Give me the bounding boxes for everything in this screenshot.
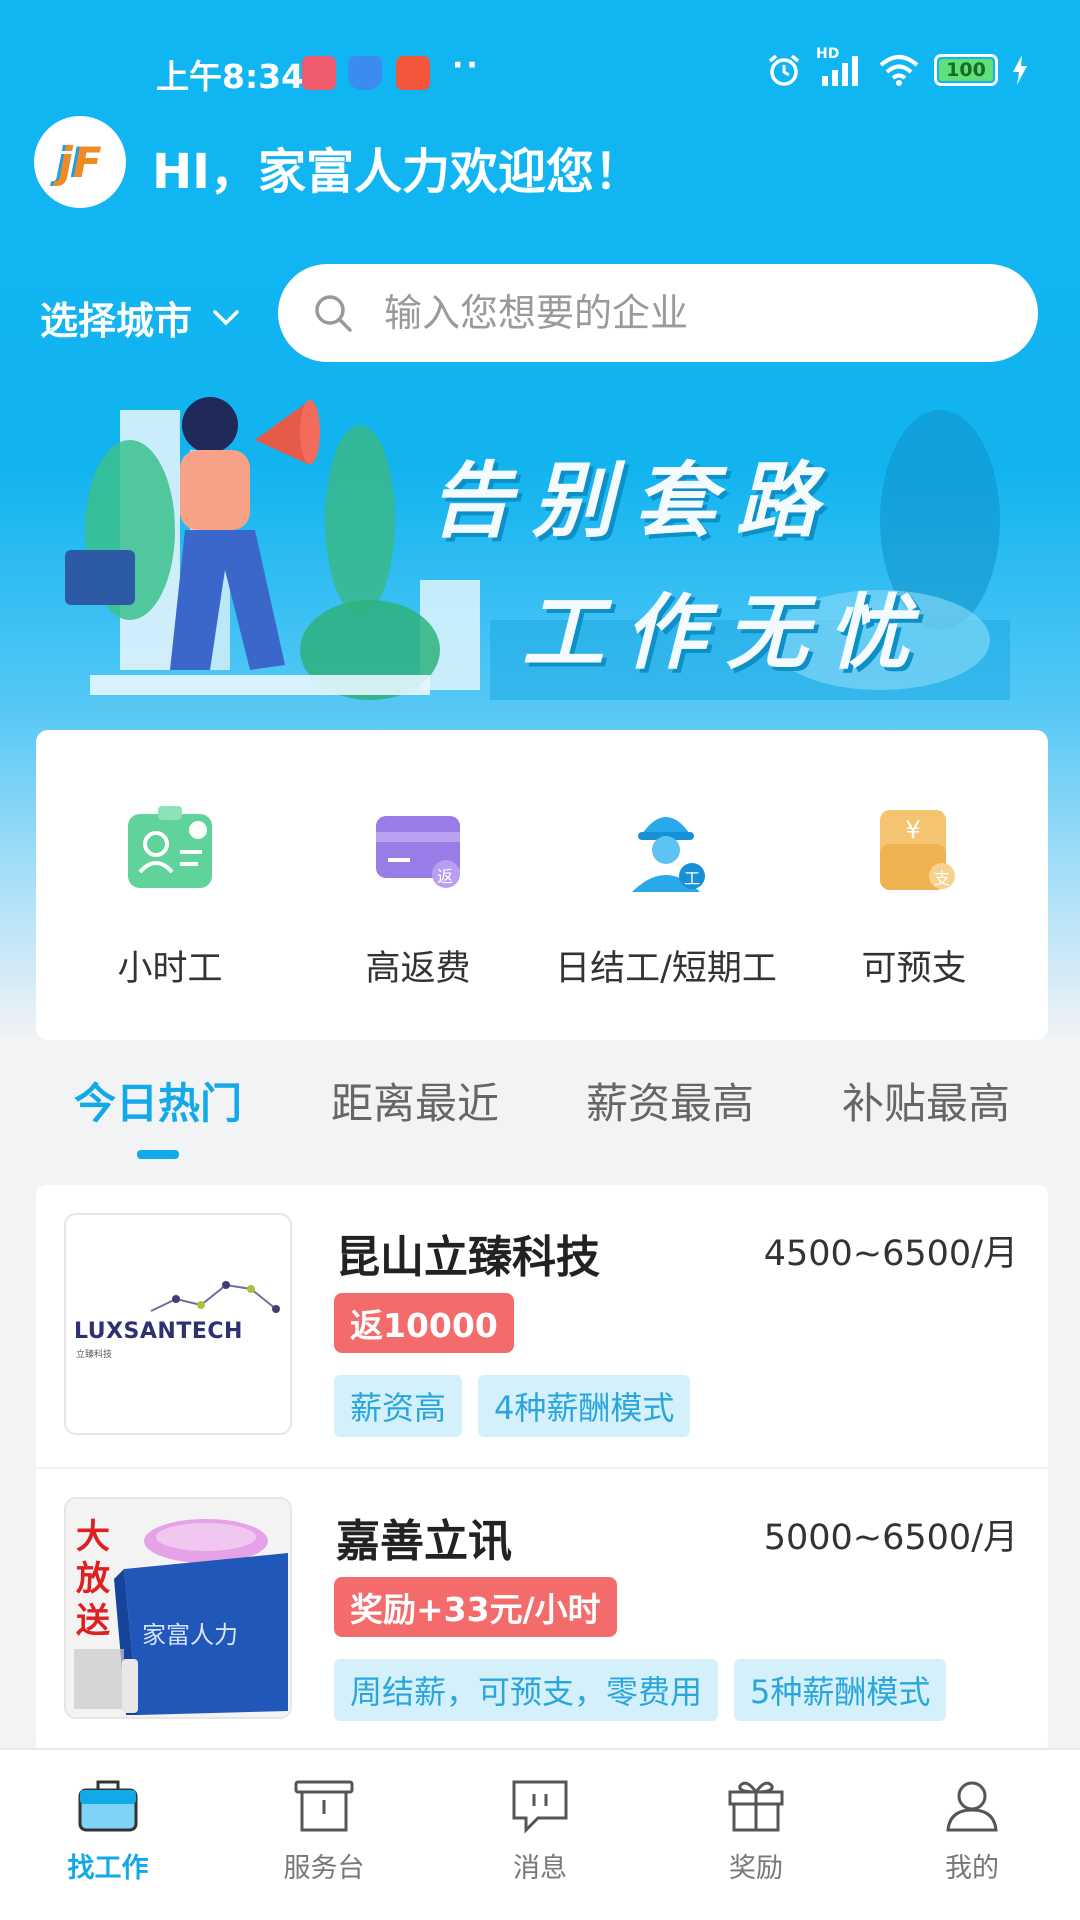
nav-service-desk[interactable]: 服务台 <box>216 1750 432 1920</box>
chevron-down-icon <box>213 309 239 325</box>
server-app-icon <box>302 56 336 90</box>
uc-browser-icon <box>396 56 430 90</box>
banner-line-2: 工作无忧 <box>522 586 930 681</box>
tab-highest-salary[interactable]: 薪资最高 <box>586 1070 754 1131</box>
job-reward-badge: 返10000 <box>334 1293 514 1353</box>
nav-rewards[interactable]: 奖励 <box>648 1750 864 1920</box>
alarm-icon <box>768 54 800 86</box>
search-input[interactable] <box>384 291 944 335</box>
job-salary: 5000~6500/月 <box>763 1518 1018 1558</box>
nav-label: 奖励 <box>729 1853 783 1884</box>
worker-helmet-icon: 工 <box>618 800 714 896</box>
status-right: HD 100 <box>766 46 1028 88</box>
category-label: 小时工 <box>117 949 223 989</box>
promo-text-3: 送 <box>76 1601 110 1641</box>
tab-today-hot[interactable]: 今日热门 <box>74 1070 242 1131</box>
nav-profile[interactable]: 我的 <box>864 1750 1080 1920</box>
company-brand-sub: 立臻科技 <box>76 1350 113 1360</box>
nav-label: 消息 <box>513 1853 567 1884</box>
nav-find-job[interactable]: 找工作 <box>0 1750 216 1920</box>
job-filter-tabs: 今日热门 距离最近 薪资最高 补贴最高 <box>0 1070 1080 1180</box>
company-brand-text: LUXSANTECH <box>74 1319 243 1344</box>
advance-pay-icon: ¥ 支 <box>866 800 962 896</box>
nav-label: 我的 <box>945 1853 999 1884</box>
status-time: 上午8:34 <box>156 57 305 96</box>
hourly-worker-badge-icon <box>122 800 218 896</box>
service-desk-icon <box>294 1780 354 1832</box>
job-card[interactable]: LUXSANTECH 立臻科技 昆山立臻科技 4500~6500/月 返1000… <box>36 1185 1048 1469</box>
profile-icon <box>946 1781 998 1832</box>
job-tags: 周结薪，可预支，零费用 5种薪酬模式 <box>334 1659 947 1721</box>
nav-label: 找工作 <box>67 1853 149 1884</box>
category-badge: 工 <box>684 869 701 888</box>
briefcase-icon <box>78 1780 138 1832</box>
wifi-icon <box>879 55 919 86</box>
more-notifications-icon: ·· <box>452 48 481 83</box>
company-promo-image: 大 放 送 家富人力 <box>64 1497 292 1719</box>
category-label: 高返费 <box>365 949 471 989</box>
job-tag: 薪资高 <box>334 1375 463 1437</box>
message-icon <box>512 1780 568 1834</box>
job-salary: 4500~6500/月 <box>763 1234 1018 1274</box>
job-card[interactable]: 大 放 送 家富人力 嘉善立讯 5000~6500/月 奖励+33元/小时 周结… <box>36 1469 1048 1753</box>
gift-icon <box>728 1781 784 1832</box>
tab-nearest[interactable]: 距离最近 <box>331 1070 499 1131</box>
job-tag: 4种薪酬模式 <box>478 1375 691 1437</box>
category-badge: 支 <box>934 869 951 888</box>
category-badge: 返 <box>437 867 454 886</box>
category-hourly[interactable]: 小时工 <box>50 730 290 1040</box>
category-daily-short-term[interactable]: 工 日结工/短期工 <box>546 730 786 1040</box>
city-selector-label: 选择城市 <box>40 299 193 343</box>
category-card: 小时工 返 高返费 工 日结工/短期工 ¥ 支 可预支 <box>36 730 1048 1040</box>
nav-label: 服务台 <box>283 1853 365 1884</box>
charging-icon <box>1013 55 1027 85</box>
job-list: LUXSANTECH 立臻科技 昆山立臻科技 4500~6500/月 返1000… <box>36 1185 1048 1753</box>
banner-line-1: 告别套路 <box>430 454 838 549</box>
greeting-title: HI，家富人力欢迎您！ <box>152 144 643 200</box>
job-reward-badge: 奖励+33元/小时 <box>334 1577 617 1637</box>
nav-messages[interactable]: 消息 <box>432 1750 648 1920</box>
active-tab-indicator <box>137 1150 179 1159</box>
rebate-card-icon: 返 <box>370 800 466 896</box>
status-bar: 上午8:34 ·· HD 100 <box>0 0 1080 140</box>
search-bar[interactable] <box>278 264 1038 362</box>
category-advance-pay[interactable]: ¥ 支 可预支 <box>794 730 1034 1040</box>
bag-brand-text: 家富人力 <box>142 1621 238 1649</box>
job-tag: 周结薪，可预支，零费用 <box>334 1659 719 1721</box>
battery-level: 100 <box>946 59 986 81</box>
promo-banner[interactable]: 告别套路 工作无忧 <box>60 380 1040 730</box>
company-logo: LUXSANTECH 立臻科技 <box>64 1213 292 1435</box>
category-rebate[interactable]: 返 高返费 <box>298 730 538 1040</box>
job-company-name: 嘉善立讯 <box>336 1516 512 1567</box>
battery-icon: 100 <box>934 54 998 86</box>
category-label: 可预支 <box>861 949 967 989</box>
job-tags: 薪资高 4种薪酬模式 <box>334 1375 691 1437</box>
shield-app-icon <box>348 56 382 90</box>
job-tag: 5种薪酬模式 <box>734 1659 947 1721</box>
city-selector[interactable]: 选择城市 <box>40 290 240 345</box>
signal-icon: HD <box>816 46 864 88</box>
search-icon <box>315 295 352 332</box>
logo-mark: jF <box>58 137 102 187</box>
svg-text:¥: ¥ <box>905 816 920 844</box>
category-label: 日结工/短期工 <box>555 949 777 989</box>
job-company-name: 昆山立臻科技 <box>336 1232 600 1283</box>
tab-highest-subsidy[interactable]: 补贴最高 <box>842 1070 1010 1131</box>
bottom-nav: 找工作 服务台 消息 奖励 我的 <box>0 1748 1080 1920</box>
app-logo: jF <box>34 116 126 208</box>
